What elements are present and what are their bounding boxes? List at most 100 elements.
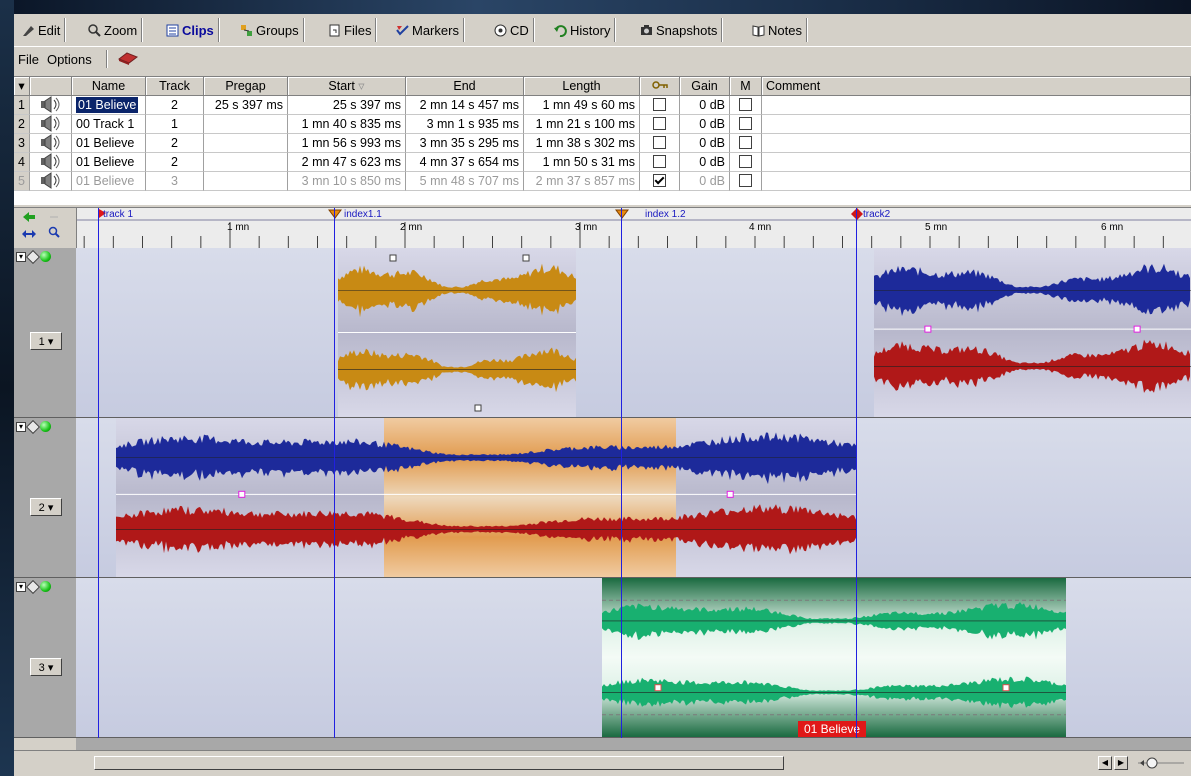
marker-flag-icon[interactable] — [328, 209, 342, 219]
clip-comment[interactable] — [762, 172, 1191, 191]
tab-zoom[interactable]: Zoom — [84, 18, 143, 42]
envelope-handle[interactable] — [726, 490, 734, 498]
marker-label[interactable]: index 1.2 — [645, 209, 686, 220]
tab-clips[interactable]: Clips — [162, 18, 219, 42]
tab-groups[interactable]: Groups — [236, 18, 304, 42]
checkbox[interactable] — [653, 174, 666, 188]
clip-name[interactable]: 00 Track 1 — [72, 115, 146, 134]
clip-name[interactable]: 01 Believe — [72, 96, 146, 115]
diamond-icon[interactable] — [25, 249, 41, 264]
header-start[interactable]: Start ▿ — [288, 77, 406, 96]
speaker-icon[interactable] — [34, 96, 64, 113]
checkbox[interactable] — [653, 136, 666, 150]
track-active-led[interactable] — [40, 581, 51, 592]
checkbox[interactable] — [653, 98, 666, 112]
header-comment[interactable]: Comment — [762, 77, 1191, 96]
envelope-handle[interactable] — [238, 490, 246, 498]
envelope-handle[interactable] — [654, 684, 662, 692]
speaker-icon[interactable] — [34, 153, 64, 170]
checkbox[interactable] — [653, 155, 666, 169]
checkbox[interactable] — [739, 98, 752, 112]
eraser-icon[interactable] — [117, 51, 139, 68]
marker-label[interactable]: track 1 — [103, 209, 133, 220]
checkbox[interactable] — [739, 174, 752, 188]
mute-checkbox[interactable] — [730, 172, 762, 191]
clip-name[interactable]: 01 Believe — [72, 134, 146, 153]
track-body[interactable] — [76, 418, 1191, 578]
speaker-icon[interactable] — [34, 115, 64, 132]
tab-cd[interactable]: CD — [490, 18, 534, 42]
fit-width-icon[interactable] — [21, 228, 37, 242]
track-body[interactable] — [76, 248, 1191, 418]
track-body[interactable]: 01 Believe — [76, 578, 1191, 738]
envelope-handle[interactable] — [474, 404, 482, 412]
lock-checkbox[interactable] — [640, 96, 680, 115]
back-arrow-icon[interactable] — [22, 211, 36, 226]
scroll-thumb[interactable] — [94, 756, 784, 770]
tab-notes[interactable]: Notes — [748, 18, 807, 42]
envelope-handle[interactable] — [1133, 325, 1141, 333]
track-number-button[interactable]: 1 ▾ — [30, 332, 62, 350]
tab-markers[interactable]: Markers — [392, 18, 464, 42]
table-row[interactable]: 5 01 Believe 3 3 mn 10 s 850 ms 5 mn 48 s 70… — [14, 172, 1191, 191]
table-row[interactable]: 3 01 Believe 2 1 mn 56 s 993 ms 3 mn 35 s 29… — [14, 134, 1191, 153]
icon-header[interactable] — [30, 77, 72, 96]
speaker-icon-cell[interactable] — [30, 172, 72, 191]
zoom-ruler-icon[interactable] — [48, 226, 61, 242]
tab-snapshots[interactable]: Snapshots — [636, 18, 723, 42]
marker-flag-icon[interactable] — [615, 209, 629, 219]
audio-clip-selected[interactable]: 01 Believe — [602, 578, 1066, 737]
lock-checkbox[interactable] — [640, 172, 680, 191]
envelope-handle[interactable] — [389, 254, 397, 262]
header-end[interactable]: End — [406, 77, 524, 96]
lock-checkbox[interactable] — [640, 115, 680, 134]
menu-options[interactable]: Options — [43, 52, 96, 67]
track-active-led[interactable] — [40, 421, 51, 432]
speaker-icon-cell[interactable] — [30, 96, 72, 115]
clip-name[interactable]: 01 Believe — [72, 172, 146, 191]
clip-name[interactable]: 01 Believe — [72, 153, 146, 172]
envelope-handle[interactable] — [522, 254, 530, 262]
audio-clip[interactable] — [338, 248, 576, 417]
menu-file[interactable]: File — [14, 52, 43, 67]
checkbox[interactable] — [653, 117, 666, 131]
marker-label[interactable]: index1.1 — [344, 209, 382, 220]
envelope-handle[interactable] — [924, 325, 932, 333]
table-row[interactable]: 1 01 Believe 2 25 s 397 ms 25 s 397 ms 2 mn 1… — [14, 96, 1191, 115]
speaker-icon[interactable] — [34, 134, 64, 151]
header-gain[interactable]: Gain — [680, 77, 730, 96]
header-name[interactable]: Name — [72, 77, 146, 96]
audio-clip[interactable] — [874, 248, 1191, 417]
header-track[interactable]: Track — [146, 77, 204, 96]
lock-checkbox[interactable] — [640, 134, 680, 153]
marker-lock-icon[interactable] — [48, 211, 60, 226]
mute-checkbox[interactable] — [730, 153, 762, 172]
checkbox[interactable] — [739, 155, 752, 169]
track-number-button[interactable]: 2 ▾ — [30, 498, 62, 516]
scroll-left-button[interactable]: ◀ — [1098, 756, 1112, 770]
marker-label[interactable]: track2 — [863, 209, 890, 220]
zoom-slider[interactable] — [1136, 755, 1186, 771]
lock-checkbox[interactable] — [640, 153, 680, 172]
mute-checkbox[interactable] — [730, 134, 762, 153]
tab-files[interactable]: Files — [324, 18, 377, 42]
speaker-icon[interactable] — [34, 172, 64, 189]
track-number-button[interactable]: 3 ▾ — [30, 658, 62, 676]
clip-comment[interactable] — [762, 115, 1191, 134]
column-menu-button[interactable]: ▾ — [14, 77, 30, 96]
clip-comment[interactable] — [762, 153, 1191, 172]
scroll-right-button[interactable]: ▶ — [1114, 756, 1128, 770]
clip-comment[interactable] — [762, 134, 1191, 153]
header-lock[interactable] — [640, 77, 680, 96]
audio-clip[interactable] — [116, 418, 856, 577]
marker-flag-icon[interactable] — [851, 208, 863, 220]
ruler-scale[interactable]: track 1 index1.1 index 1.2 track2 1 mn 2… — [76, 208, 1191, 248]
diamond-icon[interactable] — [25, 579, 41, 594]
checkbox[interactable] — [739, 117, 752, 131]
tab-history[interactable]: History — [550, 18, 616, 42]
track-active-led[interactable] — [40, 251, 51, 262]
diamond-icon[interactable] — [25, 419, 41, 434]
header-m[interactable]: M — [730, 77, 762, 96]
table-row[interactable]: 4 01 Believe 2 2 mn 47 s 623 ms 4 mn 37 s 65… — [14, 153, 1191, 172]
mute-checkbox[interactable] — [730, 115, 762, 134]
